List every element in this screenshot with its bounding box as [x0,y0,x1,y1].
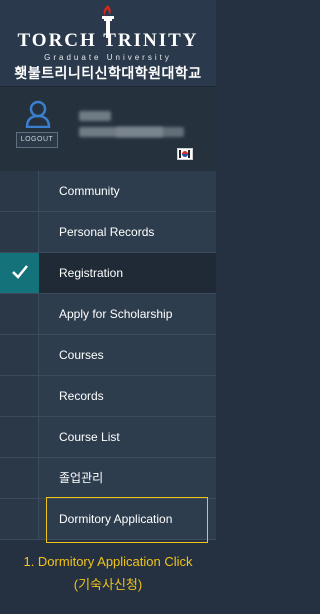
check-icon [12,265,28,279]
logout-button[interactable]: LOGOUT [16,132,58,148]
menu-item-courses[interactable]: Courses [0,335,216,376]
menu-item-label: Personal Records [59,225,155,239]
menu-item-apply-scholarship[interactable]: Apply for Scholarship [0,294,216,335]
sidebar-screen: TORCH TRINITY Graduate University 횃불트리니티… [0,0,216,614]
menu-item-community[interactable]: Community [0,171,216,212]
menu-item-label: Records [59,389,104,403]
logo-header: TORCH TRINITY Graduate University 횃불트리니티… [0,0,216,86]
user-info-redacted-2 [116,127,184,137]
korea-flag-icon[interactable] [177,148,193,160]
menu-item-registration[interactable]: Registration [0,253,216,294]
menu-item-course-list[interactable]: Course List [0,417,216,458]
menu-item-label: Course List [59,430,120,444]
user-profile: LOGOUT [0,86,216,171]
menu-item-label: Registration [59,266,124,280]
logo-subtitle: Graduate University [44,53,172,62]
logo-title: TORCH TRINITY [17,30,199,51]
logo-korean-name: 횃불트리니티신학대학원대학교 [14,65,202,81]
menu-item-label: Apply for Scholarship [59,307,173,321]
menu-item-label: Courses [59,348,104,362]
menu-item-label: Community [59,184,120,198]
menu-item-graduation[interactable]: 졸업관리 [0,458,216,499]
highlight-box [46,497,208,543]
user-icon [25,100,51,128]
annotation-line-1: 1. Dormitory Application Click [23,554,193,569]
user-name-redacted [79,111,111,121]
menu-item-label: 졸업관리 [59,471,104,485]
menu-item-records[interactable]: Records [0,376,216,417]
sidebar-menu: Community Personal Records Registration … [0,171,216,540]
annotation-line-2: (기숙사신청) [73,577,143,592]
menu-item-personal-records[interactable]: Personal Records [0,212,216,253]
